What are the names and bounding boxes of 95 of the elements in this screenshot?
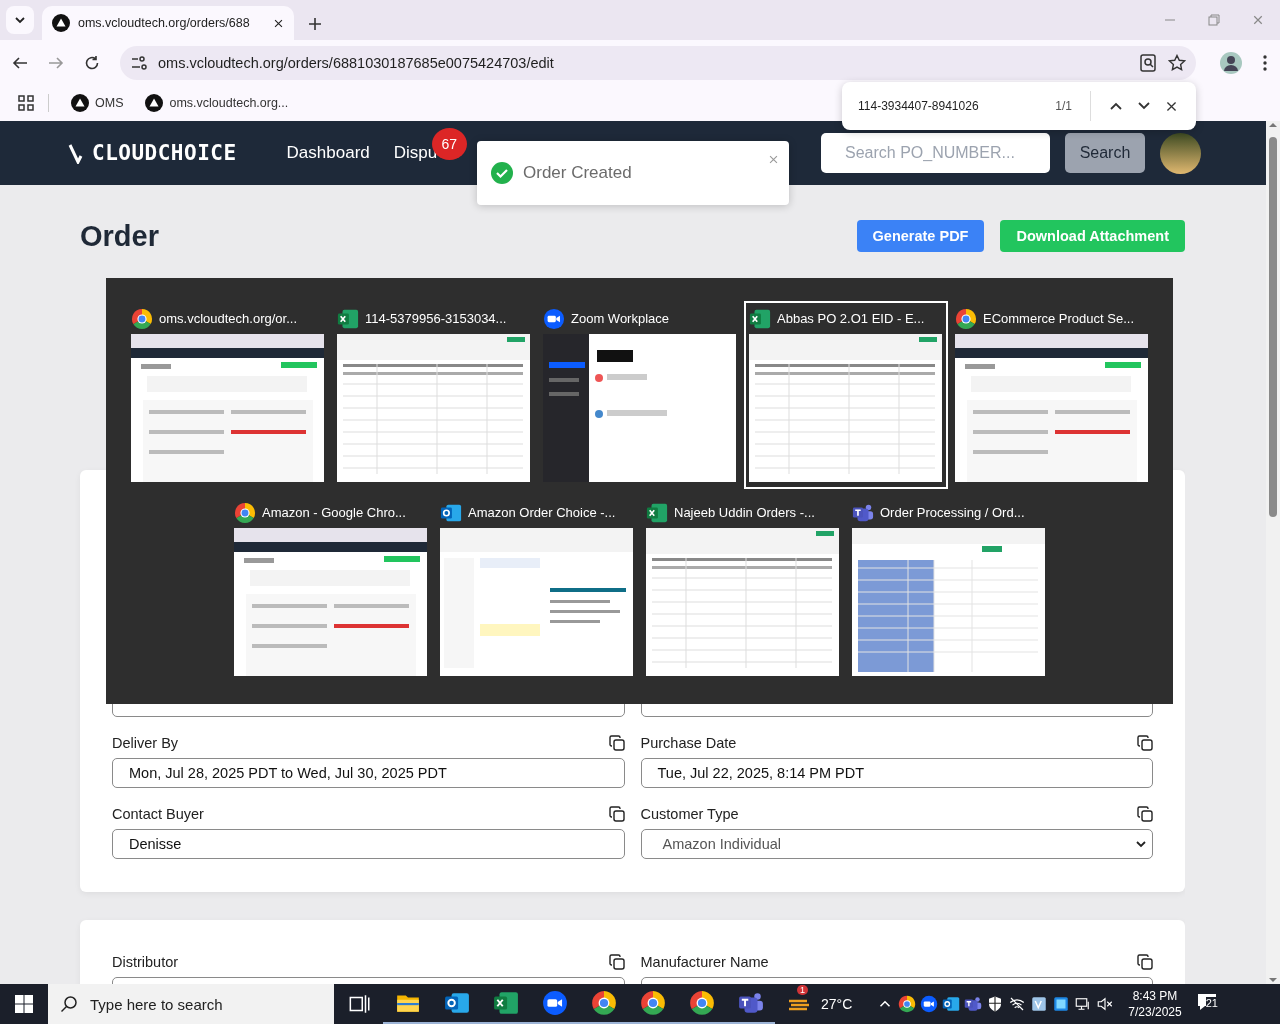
copy-icon[interactable] xyxy=(608,735,625,751)
site-settings-icon[interactable] xyxy=(130,53,148,72)
close-icon[interactable] xyxy=(1165,99,1178,113)
success-icon xyxy=(491,162,513,184)
copy-icon[interactable] xyxy=(1137,954,1153,970)
copy-icon[interactable] xyxy=(1137,735,1153,751)
toast-message: Order Created xyxy=(523,163,633,183)
close-icon[interactable] xyxy=(273,17,284,29)
start-icon[interactable] xyxy=(15,995,33,1013)
apps-grid-icon[interactable] xyxy=(18,95,34,111)
input-field[interactable]: Denisse xyxy=(112,829,625,859)
wifi-icon xyxy=(1008,995,1027,1013)
new-tab-icon[interactable] xyxy=(308,17,322,31)
browser-icon xyxy=(688,990,715,1016)
team-chat-app-icon xyxy=(737,990,764,1016)
window-title: 114-5379956-3153034... xyxy=(365,311,507,326)
back-icon[interactable] xyxy=(12,54,28,71)
nav-link[interactable]: Dashboard xyxy=(286,143,370,162)
mail-app-icon xyxy=(942,995,961,1013)
window-title: Amazon Order Choice -... xyxy=(468,505,616,520)
spreadsheet-app-icon xyxy=(492,990,519,1016)
star-icon[interactable] xyxy=(1168,53,1186,72)
window-title: Abbas PO 2.O1 EID - E... xyxy=(777,311,925,326)
video-app-icon xyxy=(541,990,568,1016)
temperature[interactable]: 27°C xyxy=(821,996,853,1012)
field-label: Manufacturer Name xyxy=(640,954,769,970)
field-label: Distributor xyxy=(112,954,179,970)
clock[interactable]: 8:43 PM 7/23/2025 xyxy=(1128,988,1182,1020)
window-switcher-item[interactable]: ECommerce Product Se... xyxy=(949,301,1154,489)
field-label: Contact Buyer xyxy=(112,806,204,822)
menu-icon[interactable] xyxy=(1262,53,1268,72)
window-switcher-item[interactable]: Amazon - Google Chro... xyxy=(228,495,433,683)
field-label: Customer Type xyxy=(640,806,739,822)
copy-icon[interactable] xyxy=(608,806,625,822)
scrollbar[interactable] xyxy=(1266,121,1280,984)
site-icon xyxy=(71,94,89,112)
team-chat-app-icon xyxy=(964,995,983,1013)
profile-avatar-icon[interactable] xyxy=(1220,51,1242,74)
copy-icon[interactable] xyxy=(608,954,625,970)
spreadsheet-app-icon xyxy=(337,307,359,330)
input-field[interactable]: Mon, Jul 28, 2025 PDT to Wed, Jul 30, 2025 PDT xyxy=(112,758,625,788)
find-query[interactable]: 114-3934407-8941026 xyxy=(858,99,1042,113)
browser-icon xyxy=(639,990,666,1016)
window-title: oms.vcloudtech.org/or... xyxy=(159,311,297,326)
mail-app-icon xyxy=(443,990,470,1016)
tab-list-button[interactable] xyxy=(6,6,34,34)
video-app-icon xyxy=(543,307,565,330)
address-bar[interactable]: oms.vcloudtech.org/orders/6881030187685e0075424703/edit xyxy=(120,45,1196,80)
browser-icon xyxy=(898,995,917,1013)
browser-icon xyxy=(234,501,256,524)
browser-icon xyxy=(131,307,153,330)
bookmark[interactable]: OMS xyxy=(71,94,124,112)
spreadsheet-app-icon xyxy=(646,501,668,524)
video-app-icon xyxy=(920,995,939,1013)
window-title: Order Processing / Ord... xyxy=(880,505,1025,520)
browser-tab[interactable]: oms.vcloudtech.org/orders/688 xyxy=(42,6,294,40)
page-search-icon[interactable] xyxy=(1138,52,1158,73)
window-switcher-item[interactable]: Najeeb Uddin Orders -... xyxy=(640,495,845,683)
bookmark[interactable]: oms.vcloudtech.org... xyxy=(145,94,289,112)
reload-icon[interactable] xyxy=(84,54,100,71)
volume-muted-icon xyxy=(1096,995,1115,1013)
field-label: Deliver By xyxy=(112,735,179,751)
site-icon xyxy=(145,94,164,112)
browser-icon xyxy=(955,307,977,330)
taskbar-search-field[interactable]: Type here to search xyxy=(48,984,334,1024)
window-switcher-item[interactable]: oms.vcloudtech.org/or... xyxy=(125,301,330,489)
avatar-icon[interactable] xyxy=(1160,132,1201,174)
field-label: Purchase Date xyxy=(640,735,737,751)
window-switcher-item[interactable]: Zoom Workplace xyxy=(537,301,742,489)
browser-icon xyxy=(590,990,617,1016)
match-count: 1/1 xyxy=(1055,99,1072,113)
search-button[interactable]: Search xyxy=(1065,133,1145,173)
input-field[interactable]: Tue, Jul 22, 2025, 8:14 PM PDT xyxy=(640,758,1153,788)
window-switcher-item[interactable]: 114-5379956-3153034... xyxy=(331,301,536,489)
window-switcher-item[interactable]: Abbas PO 2.O1 EID - E... xyxy=(743,301,948,489)
copy-icon[interactable] xyxy=(1137,806,1153,822)
site-icon xyxy=(52,14,70,32)
forward-icon[interactable] xyxy=(48,54,64,71)
nav-link[interactable]: Dispu xyxy=(393,143,438,162)
window-switcher-item[interactable]: Order Processing / Ord... xyxy=(846,495,1051,683)
spreadsheet-app-icon xyxy=(749,307,771,330)
window-switcher-item[interactable]: Amazon Order Choice -... xyxy=(434,495,639,683)
vpn-icon xyxy=(1030,995,1049,1013)
window-title: Amazon - Google Chro... xyxy=(262,505,406,520)
search-icon xyxy=(60,995,78,1013)
notification-badge: 1 xyxy=(797,985,808,995)
window-title: Najeeb Uddin Orders -... xyxy=(674,505,815,520)
logo[interactable]: CLOUDCHOICE xyxy=(68,141,237,165)
app-icon xyxy=(1052,995,1071,1013)
page-title: Order xyxy=(80,219,159,253)
select-field[interactable]: Amazon Individual xyxy=(640,829,1153,859)
window-title: ECommerce Product Se... xyxy=(983,311,1134,326)
chevron-down-icon[interactable] xyxy=(14,14,26,26)
action-button[interactable]: Generate PDF xyxy=(856,220,985,252)
window-title: Zoom Workplace xyxy=(571,311,669,326)
